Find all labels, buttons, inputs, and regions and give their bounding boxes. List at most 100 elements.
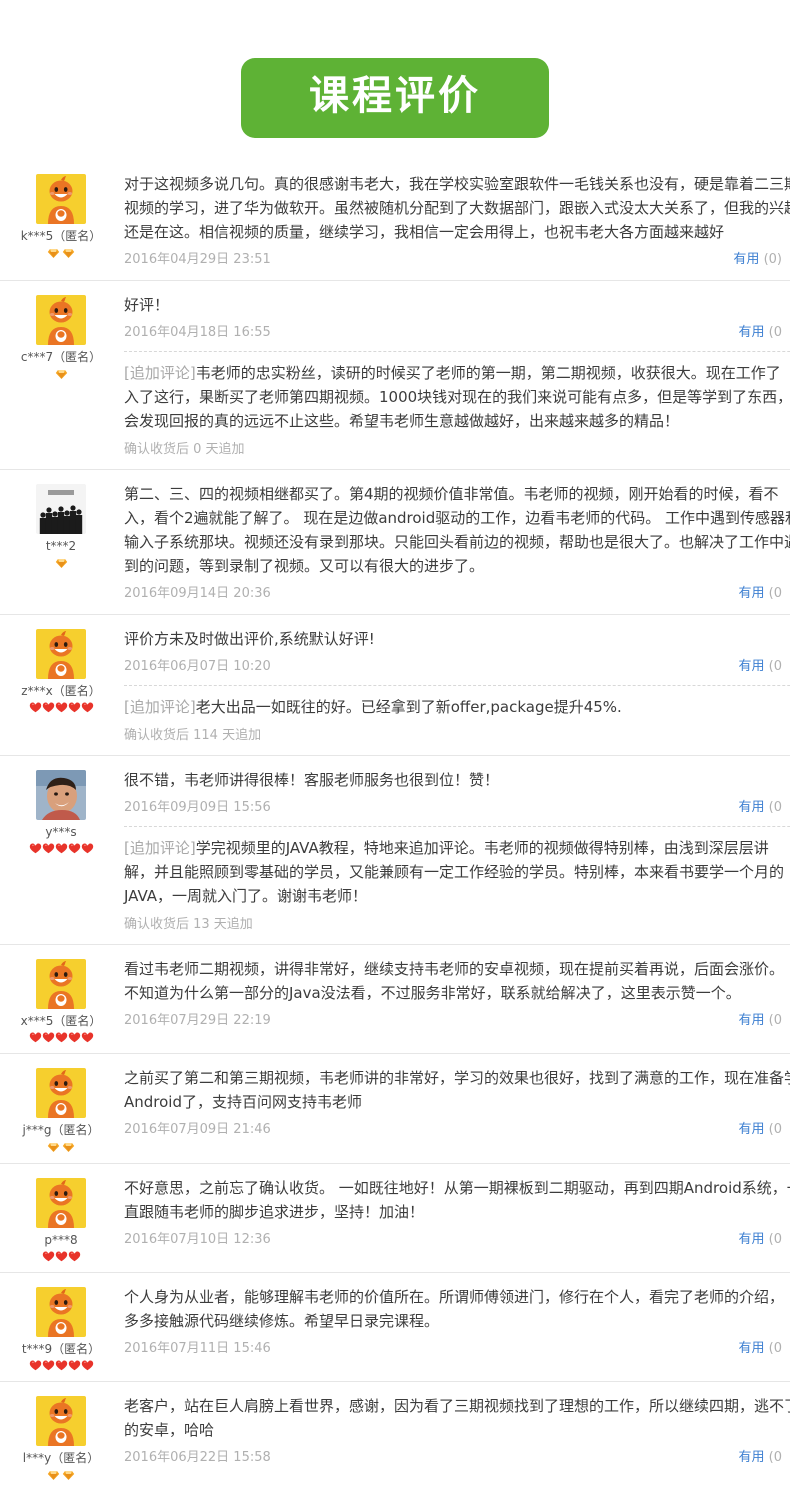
useful-label: 有用 [738, 1232, 765, 1247]
appended-comment-tag: [追加评论] [124, 698, 196, 716]
review-user: z***x（匿名） [0, 627, 112, 713]
review-username: p***8 [44, 1233, 78, 1247]
useful-button[interactable]: 有用 (0 [739, 1339, 783, 1359]
review-username: t***9（匿名） [21, 1342, 101, 1356]
review-body-line: 很不错，韦老师讲得很棒！客服老师服务也很到位！赞！ [124, 771, 500, 789]
review-body: 个人身为从业者，能够理解韦老师的价值所在。所谓师傅领进门，修行在个人，看完了老师… [124, 1285, 790, 1333]
review-body-line: 看过韦老师二期视频，讲得非常好，继续支持韦老师的安卓视频，现在提前买着再说，后面… [124, 960, 785, 978]
appended-comment-line: [追加评论]老大出品一如既往的好。已经拿到了新offer,package提升45… [124, 695, 790, 719]
gem-rank-icons [10, 1140, 112, 1153]
useful-label: 有用 [738, 325, 765, 340]
review-body-line: 评价方未及时做出评价,系统默认好评! [124, 630, 375, 648]
review-date: 2016年04月18日 16:55 [124, 325, 271, 340]
red-heart-rank-icons [10, 842, 112, 854]
orange-mascot-avatar[interactable] [36, 1178, 86, 1228]
review-user: j***g（匿名） [0, 1066, 112, 1153]
useful-button[interactable]: 有用 (0) [733, 250, 782, 270]
review-user: t***9（匿名） [0, 1285, 112, 1371]
useful-button[interactable]: 有用 (0 [739, 798, 783, 818]
review-meta: 2016年04月29日 23:51 有用 (0) [124, 250, 782, 270]
review-content: 之前买了第二和第三期视频，韦老师讲的非常好，学习的效果也很好，找到了满意的工作，… [112, 1066, 790, 1140]
review-body-line: 入，看个2遍就能了解了。 现在是边做android驱动的工作，边看韦老师的代码。… [124, 509, 790, 527]
crowd-photo-avatar[interactable] [36, 484, 86, 534]
red-heart-rank-icons [10, 1031, 112, 1043]
useful-label: 有用 [738, 1013, 765, 1028]
review-username: y***s [45, 825, 77, 839]
review-body-line: Android了，支持百问网支持韦老师 [124, 1093, 362, 1111]
review-item: y***s 很不错，韦老师讲得很棒！客服老师服务也很到位！赞！ 2016年09月09… [0, 756, 790, 945]
appended-comment-body: [追加评论]韦老师的忠实粉丝，读研的时候买了老师的第一期，第二期视频，收获很大。… [124, 361, 790, 433]
review-body-line: 到的问题，等到录制了视频。又可以有很大的进步了。 [124, 557, 485, 575]
red-heart-rank-icons [10, 701, 112, 713]
review-body: 不好意思，之前忘了确认收货。 一如既往地好！从第一期裸板到二期驱动，再到四期An… [124, 1176, 790, 1224]
review-content: 不好意思，之前忘了确认收货。 一如既往地好！从第一期裸板到二期驱动，再到四期An… [112, 1176, 790, 1250]
useful-count: (0) [763, 252, 782, 267]
page-title: 课程评价 [309, 73, 481, 119]
review-content: 第二、三、四的视频相继都买了。第4期的视频价值非常值。韦老师的视频，刚开始看的时… [112, 482, 790, 604]
review-username: x***5（匿名） [20, 1014, 102, 1028]
review-body-line: 还是在这。相信视频的质量，继续学习，我相信一定会用得上，也祝韦老大各方面越来越好 [124, 223, 725, 241]
review-item: z***x（匿名） 评价方未及时做出评价,系统默认好评! 2016年06月07日 1… [0, 615, 790, 756]
appended-comment-tag: [追加评论] [124, 839, 196, 857]
orange-mascot-avatar[interactable] [36, 1396, 86, 1446]
review-username: c***7（匿名） [20, 350, 102, 364]
review-body-line: 的安卓，哈哈 [124, 1421, 215, 1439]
useful-label: 有用 [738, 659, 765, 674]
review-item: p***8 不好意思，之前忘了确认收货。 一如既往地好！从第一期裸板到二期驱动，再… [0, 1164, 790, 1273]
review-list: k***5（匿名） 对于这视频多说几句。真的很感谢韦老大，我在学校实验室跟软件一毛… [0, 160, 790, 1491]
review-username: z***x（匿名） [21, 684, 101, 698]
orange-mascot-avatar[interactable] [36, 174, 86, 224]
review-date: 2016年07月09日 21:46 [124, 1122, 271, 1137]
useful-label: 有用 [738, 1341, 765, 1356]
review-body-line: 好评！ [124, 296, 170, 314]
useful-count: (0 [768, 800, 782, 815]
orange-mascot-avatar[interactable] [36, 295, 86, 345]
review-meta: 2016年06月22日 15:58 有用 (0 [124, 1448, 782, 1468]
review-meta: 2016年09月14日 20:36 有用 (0 [124, 584, 782, 604]
review-date: 2016年07月11日 15:46 [124, 1341, 271, 1356]
review-meta: 2016年06月07日 10:20 有用 (0 [124, 657, 782, 677]
appended-comment-line: [追加评论]韦老师的忠实粉丝，读研的时候买了老师的第一期，第二期视频，收获很大。… [124, 361, 790, 385]
useful-button[interactable]: 有用 (0 [739, 323, 783, 343]
appended-comment-footer: 确认收货后 0 天追加 [124, 442, 245, 457]
useful-count: (0 [768, 325, 782, 340]
page-header: 课程评价 [0, 0, 790, 160]
appended-comment-line: [追加评论]学完视频里的JAVA教程，特地来追加评论。韦老师的视频做得特别棒，由… [124, 836, 790, 860]
review-meta: 2016年07月10日 12:36 有用 (0 [124, 1230, 782, 1250]
review-username: l***y（匿名） [22, 1451, 100, 1465]
appended-comment-footer: 确认收货后 114 天追加 [124, 728, 262, 743]
person-photo-avatar[interactable] [36, 770, 86, 820]
review-user: p***8 [0, 1176, 112, 1262]
review-user: y***s [0, 768, 112, 854]
review-body-line: 多多接触源代码继续修炼。希望早日录完课程。 [124, 1312, 440, 1330]
review-user: l***y（匿名） [0, 1394, 112, 1481]
red-heart-rank-icons [10, 1250, 112, 1262]
review-content: 老客户，站在巨人肩膀上看世界，感谢，因为看了三期视频找到了理想的工作，所以继续四… [112, 1394, 790, 1468]
review-body-line: 老客户，站在巨人肩膀上看世界，感谢，因为看了三期视频找到了理想的工作，所以继续四… [124, 1397, 790, 1415]
orange-mascot-avatar[interactable] [36, 1287, 86, 1337]
useful-button[interactable]: 有用 (0 [739, 657, 783, 677]
appended-comment-body: [追加评论]学完视频里的JAVA教程，特地来追加评论。韦老师的视频做得特别棒，由… [124, 836, 790, 908]
useful-button[interactable]: 有用 (0 [739, 584, 783, 604]
useful-button[interactable]: 有用 (0 [739, 1011, 783, 1031]
course-review-page: 课程评价 k***5（匿名） 对于这视频多说几句。真的很感谢韦老大，我在学校实验室… [0, 0, 790, 1491]
review-date: 2016年09月09日 15:56 [124, 800, 271, 815]
useful-button[interactable]: 有用 (0 [739, 1120, 783, 1140]
useful-button[interactable]: 有用 (0 [739, 1448, 783, 1468]
review-body-line: 不好意思，之前忘了确认收货。 一如既往地好！从第一期裸板到二期驱动，再到四期An… [124, 1179, 790, 1197]
review-meta: 2016年09月09日 15:56 有用 (0 [124, 798, 782, 818]
page-title-banner: 课程评价 [241, 58, 549, 138]
useful-button[interactable]: 有用 (0 [739, 1230, 783, 1250]
review-body: 很不错，韦老师讲得很棒！客服老师服务也很到位！赞！ [124, 768, 790, 792]
orange-mascot-avatar[interactable] [36, 1068, 86, 1118]
review-body: 对于这视频多说几句。真的很感谢韦老大，我在学校实验室跟软件一毛钱关系也没有，硬是… [124, 172, 790, 244]
orange-mascot-avatar[interactable] [36, 629, 86, 679]
useful-count: (0 [768, 1122, 782, 1137]
review-username: t***2 [45, 539, 77, 553]
review-body: 评价方未及时做出评价,系统默认好评! [124, 627, 790, 651]
useful-label: 有用 [738, 800, 765, 815]
review-user: c***7（匿名） [0, 293, 112, 380]
orange-mascot-avatar[interactable] [36, 959, 86, 1009]
review-username: k***5（匿名） [20, 229, 102, 243]
appended-comment-tag: [追加评论] [124, 364, 196, 382]
